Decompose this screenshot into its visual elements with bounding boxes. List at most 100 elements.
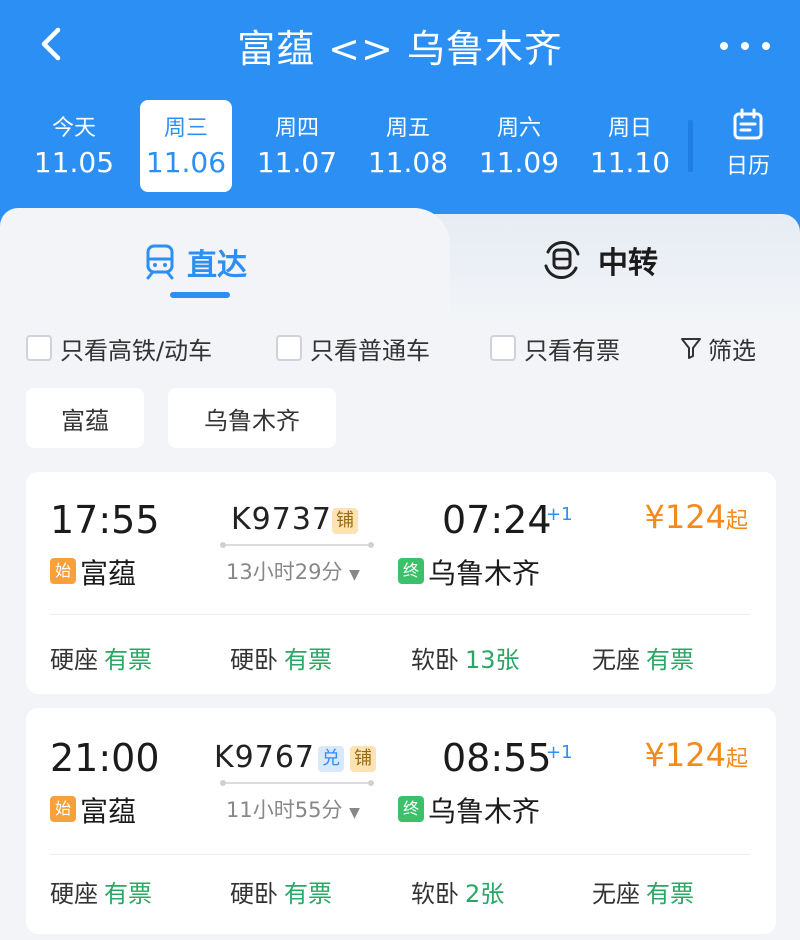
seat-type: 硬座 [50, 880, 98, 908]
duration-toggle[interactable]: 11小时55分 ▼ [226, 794, 360, 824]
date-weekday: 周四 [274, 116, 319, 141]
more-menu-icon[interactable] [720, 26, 770, 66]
filter-label: 只看普通车 [310, 336, 430, 365]
seat-type: 硬座 [50, 646, 98, 674]
day-offset: +1 [546, 504, 573, 525]
end-station-tag: 终 [398, 558, 424, 584]
tab-transfer-label: 中转 [598, 246, 658, 281]
calendar-icon [733, 108, 763, 140]
filter-label: 只看有票 [524, 336, 620, 365]
seat-type: 无座 [592, 646, 640, 674]
price-suffix: 起 [725, 509, 748, 534]
arrival-time: 07:24 [442, 498, 552, 542]
seat-hard-seat: 硬座 有票 [50, 874, 152, 909]
route-title: 富蕴 <> 乌鲁木齐 [237, 27, 563, 71]
start-station-tag: 始 [50, 796, 76, 822]
departure-time: 17:55 [50, 498, 160, 542]
seat-status: 有票 [104, 646, 152, 674]
date-weekday: 今天 [51, 116, 96, 141]
price: ¥124起 [645, 498, 748, 536]
date-value: 11.08 [367, 146, 449, 179]
date-value: 11.09 [478, 146, 560, 179]
calendar-label: 日历 [725, 154, 770, 179]
from-station: 富蕴 [80, 795, 137, 828]
date-tab-thu[interactable]: 周四 11.07 [251, 100, 343, 192]
seat-status: 有票 [104, 880, 152, 908]
seat-type: 硬卧 [230, 646, 278, 674]
arrival-time: 08:55 [442, 736, 552, 780]
divider [50, 854, 750, 855]
date-selector: 今天 11.05 周三 11.06 周四 11.07 周五 11.08 周六 1… [20, 100, 700, 192]
departure-time: 21:00 [50, 736, 160, 780]
date-tab-fri[interactable]: 周五 11.08 [362, 100, 454, 192]
train-icon [146, 244, 174, 280]
day-offset: +1 [546, 742, 573, 763]
seat-standing: 无座 有票 [592, 640, 694, 675]
train-number: K9737 [231, 502, 333, 537]
date-value: 11.10 [589, 146, 671, 179]
seat-status: 有票 [284, 880, 332, 908]
sleeper-badge: 铺 [350, 746, 376, 772]
date-tab-today[interactable]: 今天 11.05 [28, 100, 120, 192]
filter-button[interactable]: 筛选 [680, 332, 756, 365]
active-tab-indicator [170, 292, 230, 298]
date-value: 11.07 [256, 146, 338, 179]
filter-available[interactable]: 只看有票 [490, 332, 620, 365]
station-chip-to[interactable]: 乌鲁木齐 [168, 388, 336, 448]
price: ¥124起 [645, 736, 748, 774]
checkbox[interactable] [490, 335, 516, 361]
caret-down-icon: ▼ [349, 805, 360, 821]
route-line [220, 780, 374, 786]
tab-direct-label: 直达 [187, 248, 247, 283]
date-value: 11.06 [145, 146, 227, 179]
caret-down-icon: ▼ [349, 567, 360, 583]
date-tab-sat[interactable]: 周六 11.09 [473, 100, 565, 192]
seat-type: 硬卧 [230, 880, 278, 908]
date-tab-sun[interactable]: 周日 11.10 [584, 100, 676, 192]
train-card[interactable]: 17:55 K9737 铺 07:24 +1 ¥124起 始 富蕴 13小时29… [26, 472, 776, 694]
from-station: 富蕴 [80, 557, 137, 590]
calendar-button[interactable]: 日历 [716, 108, 780, 188]
redeem-badge: 兑 [318, 746, 344, 772]
seat-hard-sleeper: 硬卧 有票 [230, 874, 332, 909]
funnel-icon [681, 338, 701, 359]
duration-toggle[interactable]: 13小时29分 ▼ [226, 556, 360, 586]
date-weekday: 周六 [496, 116, 541, 141]
tab-direct-bg: 直达 [0, 208, 450, 318]
end-station-tag: 终 [398, 796, 424, 822]
seat-soft-sleeper: 软卧 2张 [411, 874, 504, 909]
checkbox[interactable] [26, 335, 52, 361]
to-station: 乌鲁木齐 [428, 557, 541, 590]
tab-direct[interactable]: 直达 [145, 238, 247, 286]
seat-status: 13张 [465, 646, 520, 674]
date-weekday: 周五 [385, 116, 430, 141]
station-chip-from[interactable]: 富蕴 [26, 388, 144, 448]
filter-regular[interactable]: 只看普通车 [276, 332, 430, 365]
seat-status: 有票 [284, 646, 332, 674]
sleeper-badge: 铺 [332, 508, 358, 534]
seat-type: 软卧 [411, 880, 459, 908]
filter-high-speed[interactable]: 只看高铁/动车 [26, 332, 213, 365]
transfer-train-icon [544, 241, 580, 279]
price-suffix: 起 [725, 747, 748, 772]
seat-status: 2张 [465, 880, 505, 908]
date-tab-wed[interactable]: 周三 11.06 [140, 100, 232, 192]
tab-transfer[interactable]: 中转 [540, 236, 658, 284]
filter-button-label: 筛选 [708, 336, 756, 365]
seat-status: 有票 [646, 880, 694, 908]
date-divider [688, 120, 693, 172]
seat-standing: 无座 有票 [592, 874, 694, 909]
filter-label: 只看高铁/动车 [60, 336, 213, 365]
date-value: 11.05 [33, 146, 115, 179]
seat-hard-sleeper: 硬卧 有票 [230, 640, 332, 675]
train-number: K9767 [214, 740, 316, 775]
route-type-tabs: 直达 [0, 208, 800, 318]
checkbox[interactable] [276, 335, 302, 361]
to-station: 乌鲁木齐 [428, 795, 541, 828]
start-station-tag: 始 [50, 558, 76, 584]
date-weekday: 周三 [163, 116, 208, 141]
train-card[interactable]: 21:00 K9767 兑 铺 08:55 +1 ¥124起 始 富蕴 11小时… [26, 708, 776, 934]
route-line [220, 542, 374, 548]
seat-type: 无座 [592, 880, 640, 908]
duration-text: 13小时29分 [226, 560, 343, 584]
